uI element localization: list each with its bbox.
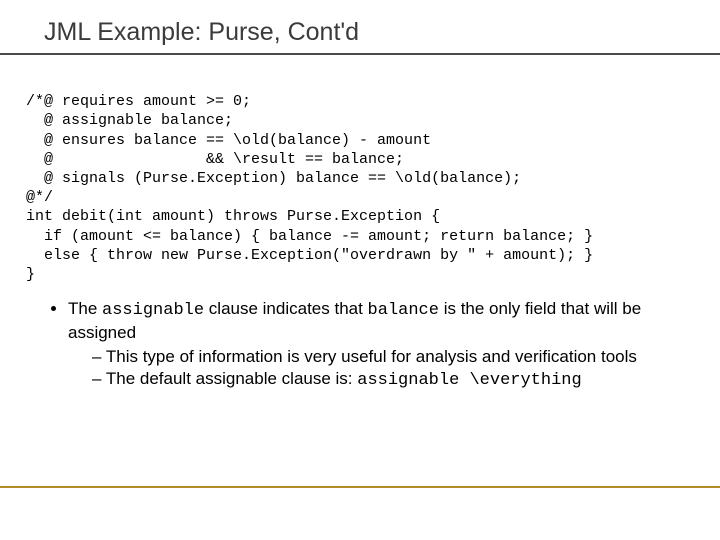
text: clause indicates that (204, 299, 367, 318)
bullet-list: The assignable clause indicates that bal… (50, 298, 692, 392)
code-inline: balance (368, 301, 439, 320)
slide: JML Example: Purse, Cont'd /*@ requires … (0, 0, 720, 540)
code-block: /*@ requires amount >= 0; @ assignable b… (26, 73, 692, 284)
sub-bullet-item: This type of information is very useful … (92, 346, 692, 368)
text: The default assignable clause is: (106, 369, 357, 388)
code-line: /*@ requires amount >= 0; (26, 93, 251, 110)
slide-title: JML Example: Purse, Cont'd (36, 18, 692, 47)
footer-divider (0, 486, 720, 488)
text: The (68, 299, 102, 318)
code-inline: assignable (102, 301, 204, 320)
code-line: @ && \result == balance; (26, 151, 404, 168)
code-line: @ signals (Purse.Exception) balance == \… (26, 170, 521, 187)
code-line: @ assignable balance; (26, 112, 233, 129)
text: This type of information is very useful … (106, 347, 637, 366)
bullet-item: The assignable clause indicates that bal… (68, 298, 692, 392)
code-line: else { throw new Purse.Exception("overdr… (26, 247, 593, 264)
code-line: } (26, 266, 35, 283)
code-line: int debit(int amount) throws Purse.Excep… (26, 208, 440, 225)
title-divider (0, 53, 720, 55)
code-line: if (amount <= balance) { balance -= amou… (26, 228, 593, 245)
code-line: @ ensures balance == \old(balance) - amo… (26, 132, 431, 149)
code-inline: assignable \everything (357, 371, 581, 390)
sub-bullet-item: The default assignable clause is: assign… (92, 368, 692, 392)
code-line: @*/ (26, 189, 53, 206)
